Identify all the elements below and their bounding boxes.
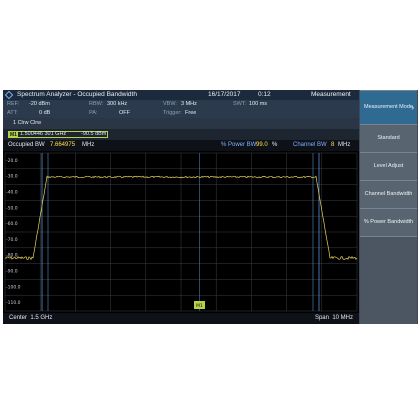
center-label: Center xyxy=(9,315,28,321)
softkey-power-bandwidth[interactable]: % Power Bandwidth xyxy=(360,208,417,236)
vbw-label: VBW: xyxy=(163,101,177,107)
att-value[interactable]: 0 dB xyxy=(39,109,50,118)
marker-tag: M1 xyxy=(9,131,18,138)
spectrum-graph[interactable]: -20.0 -30.0 -40.0 -50.0 -60.0 -70.0 -80.0 -90.0… xyxy=(3,151,359,313)
graticule-svg: -20.0 -30.0 -40.0 -50.0 -60.0 -70.0 -80.0 -90.0… xyxy=(4,152,358,312)
spectrum-analyzer-display: Spectrum Analyzer - Occupied Bandwidth 1… xyxy=(3,90,418,324)
softkey-channel-bandwidth[interactable]: Channel Bandwidth xyxy=(360,180,417,208)
measurement-menu-title: Measurement xyxy=(311,91,351,98)
swt-label: SWT: xyxy=(233,101,247,107)
trigger-value[interactable]: Free xyxy=(185,109,196,118)
softkey-measurement-mode[interactable]: Measurement Mode › xyxy=(360,90,417,124)
span-setting[interactable]: Span 10 MHz xyxy=(315,313,353,324)
chevron-right-icon: › xyxy=(411,102,414,112)
occupied-bw-value: 7.664975 xyxy=(50,142,76,148)
att-label: ATT: xyxy=(7,110,18,116)
power-bw-unit: % xyxy=(272,142,278,148)
y-axis-label: -60.0 xyxy=(6,221,18,227)
parameter-row-1: REF: -20 dBm RBW: 300 kHz VBW: 3 MHz SWT… xyxy=(3,100,359,109)
marker-level: -90.5 dBm xyxy=(81,131,107,137)
trigger-label: Trigger: xyxy=(163,110,182,116)
softkey-empty xyxy=(360,236,417,324)
ref-value[interactable]: -20 dBm xyxy=(29,100,50,109)
softkey-label: Level Adjust xyxy=(373,163,404,170)
rbw-label: RBW: xyxy=(89,101,104,107)
channel-bw-label: Channel BW xyxy=(293,142,327,148)
softkey-level-adjust[interactable]: Level Adjust xyxy=(360,152,417,180)
y-axis-label: -90.0 xyxy=(6,269,18,275)
power-bw-label: % Power BW xyxy=(221,142,257,148)
marker-row: M1 1.500446 301 GHz -90.5 dBm xyxy=(3,129,359,140)
rbw-value[interactable]: 300 kHz xyxy=(107,100,127,109)
bottom-bar: Center 1.5 GHz Span 10 MHz xyxy=(3,313,359,324)
span-value: 10 MHz xyxy=(332,315,353,321)
pa-value[interactable]: OFF xyxy=(119,109,130,118)
span-label: Span xyxy=(314,315,329,321)
occupied-bw-unit: MHz xyxy=(82,142,95,148)
marker-flag[interactable]: M1 xyxy=(194,301,205,309)
y-axis-label: -110.0 xyxy=(6,300,21,306)
center-value: 1.5 GHz xyxy=(30,315,53,321)
window-title: Spectrum Analyzer - Occupied Bandwidth xyxy=(17,91,137,98)
date-display: 16/17/2017 xyxy=(208,91,241,98)
trace-mode[interactable]: 1 Clrw Clrw xyxy=(13,118,41,129)
title-bar: Spectrum Analyzer - Occupied Bandwidth 1… xyxy=(3,90,359,100)
trace-row: 1 Clrw Clrw xyxy=(3,118,359,129)
time-display: 0:12 xyxy=(258,91,271,98)
y-axis-label: -30.0 xyxy=(6,174,18,180)
pa-label: PA: xyxy=(89,110,98,116)
softkey-label: Standard xyxy=(377,135,400,142)
y-axis-label: -100.0 xyxy=(6,284,21,290)
swt-value[interactable]: 100 ms xyxy=(249,100,267,109)
results-row: Occupied BW 7.664975 MHz % Power BW 99.0… xyxy=(3,140,359,151)
y-axis-label: -80.0 xyxy=(6,253,18,259)
softkey-label: Measurement Mode xyxy=(364,104,413,111)
parameter-row-2: ATT: 0 dB PA: OFF Trigger: Free xyxy=(3,109,359,118)
power-bw-value: 99.0 xyxy=(256,142,268,148)
occupied-bw-label: Occupied BW xyxy=(8,142,45,148)
channel-bw-value: 8 xyxy=(331,142,335,148)
ref-label: REF: xyxy=(7,101,20,107)
y-axis-label: -70.0 xyxy=(6,237,18,243)
softkey-label: Channel Bandwidth xyxy=(364,191,413,198)
channel-bw-unit: MHz xyxy=(338,142,351,148)
marker-flag-label: M1 xyxy=(196,303,203,309)
vbw-value[interactable]: 3 MHz xyxy=(181,100,197,109)
marker-frequency: 1.500446 301 GHz xyxy=(20,131,67,137)
y-axis-label: -20.0 xyxy=(6,158,18,164)
softkey-standard[interactable]: Standard xyxy=(360,124,417,152)
diamond-logo-icon xyxy=(4,90,14,100)
center-frequency[interactable]: Center 1.5 GHz xyxy=(9,313,52,324)
y-axis-label: -50.0 xyxy=(6,205,18,211)
softkey-panel: Measurement Mode › Standard Level Adjust… xyxy=(359,90,418,324)
softkey-label: % Power Bandwidth xyxy=(363,219,414,226)
y-axis-label: -40.0 xyxy=(6,190,18,196)
